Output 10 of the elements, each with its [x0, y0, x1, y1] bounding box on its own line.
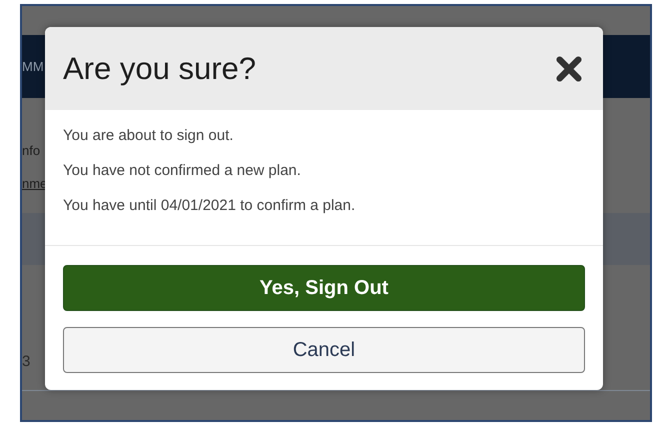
nav-text: MM — [22, 59, 44, 74]
cancel-button[interactable]: Cancel — [63, 327, 585, 373]
message-text: You have until 04/01/2021 to confirm a plan. — [63, 197, 356, 215]
message-text: You are about to sign out. — [63, 127, 234, 145]
close-icon[interactable] — [555, 54, 583, 82]
dialog-title: Are you sure? — [63, 50, 256, 86]
body-text: nfo — [22, 143, 40, 158]
message-text: You have not confirmed a new plan. — [63, 162, 302, 180]
sign-out-button[interactable]: Yes, Sign Out — [63, 265, 585, 311]
table-cell: 3 — [22, 353, 30, 370]
